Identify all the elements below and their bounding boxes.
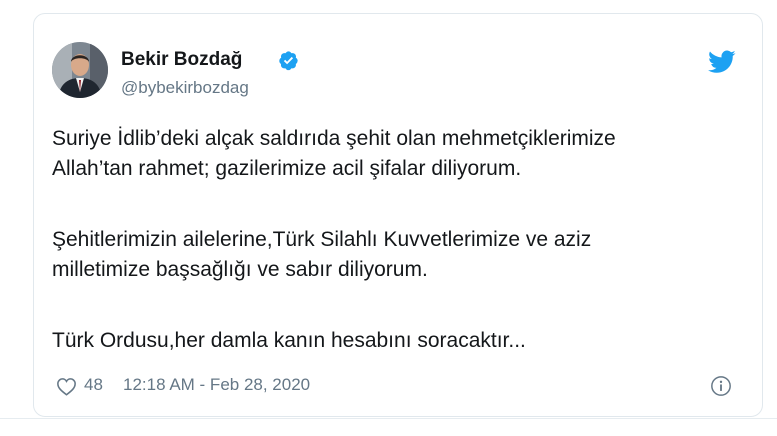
divider xyxy=(0,418,777,419)
tweet-text-line: Şehitlerimizin ailelerine,Türk Silahlı K… xyxy=(52,228,592,251)
tweet-text-line: Suriye İdlib’deki alçak saldırıda şehit … xyxy=(52,127,616,150)
info-icon[interactable] xyxy=(710,375,732,397)
verified-badge-icon xyxy=(279,51,298,71)
tweet-timestamp[interactable]: 12:18 AM - Feb 28, 2020 xyxy=(123,375,310,395)
author-handle[interactable]: @bybekirbozdag xyxy=(121,78,249,98)
author-name[interactable]: Bekir Bozdağ xyxy=(121,49,242,71)
like-count[interactable]: 48 xyxy=(84,375,103,395)
heart-icon[interactable] xyxy=(56,377,77,396)
tweet-text-line: Türk Ordusu,her damla kanın hesabını sor… xyxy=(52,329,526,352)
tweet-text-line: milletimize başsağlığı ve sabır diliyoru… xyxy=(52,258,428,281)
twitter-bird-icon[interactable] xyxy=(708,50,736,74)
avatar[interactable] xyxy=(52,42,108,98)
tweet-text-line: Allah’tan rahmet; gazilerimize acil şifa… xyxy=(52,157,522,180)
tweet-card xyxy=(33,13,763,417)
